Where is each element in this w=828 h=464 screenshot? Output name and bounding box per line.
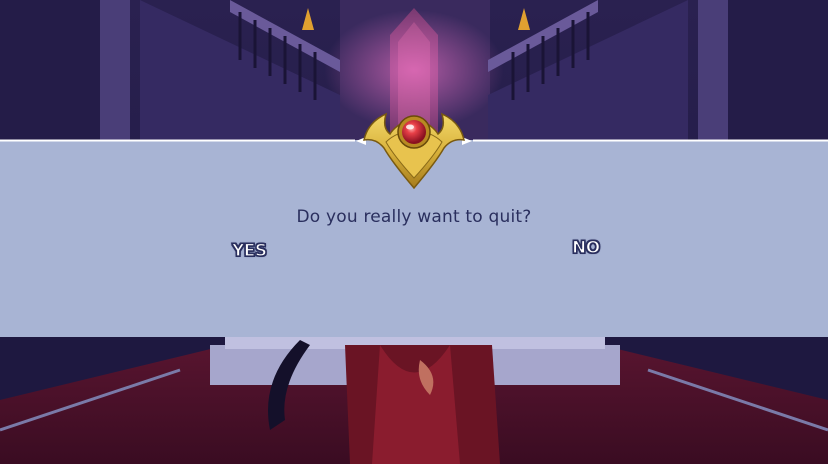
divider-left [0,139,355,142]
divider-right [473,139,828,142]
yes-button[interactable]: YES [231,240,267,261]
gold-winged-crest-icon [356,112,472,190]
no-button[interactable]: NO [571,237,600,258]
red-gem-icon [402,120,426,144]
quit-prompt-text: Do you really want to quit? [296,207,532,227]
